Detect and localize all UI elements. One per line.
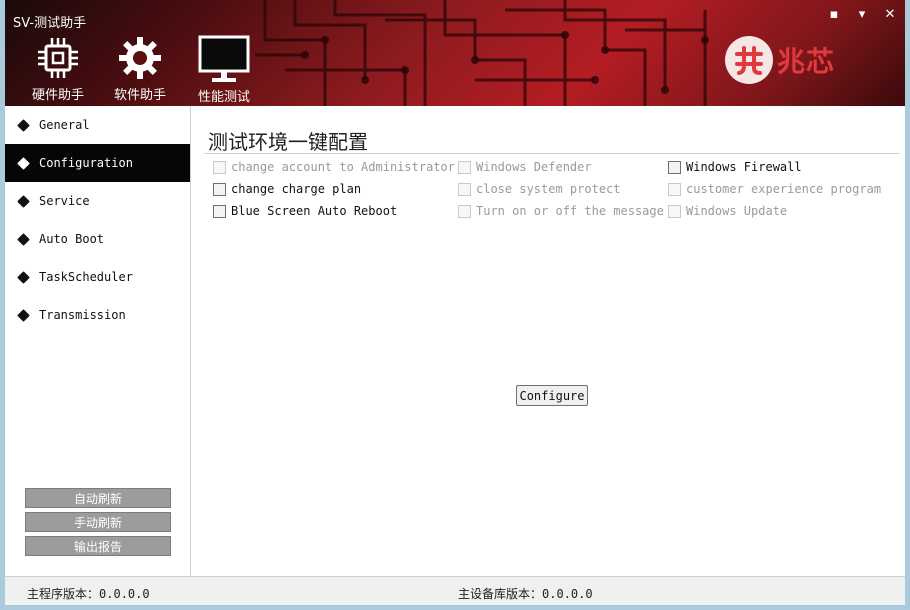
page-title: 测试环境一键配置 [208,130,368,154]
close-icon[interactable]: ✕ [883,8,897,22]
sidebar-item-auto-boot[interactable]: Auto Boot [5,220,190,258]
option-label: Blue Screen Auto Reboot [231,204,398,218]
option-label: change charge plan [231,182,362,196]
brand-logo: 兆芯 [725,36,835,84]
option-windows-defender[interactable]: Windows Defender [458,160,592,174]
sidebar-item-taskscheduler[interactable]: TaskScheduler [5,258,190,296]
tab-software-label: 软件助手 [113,88,166,103]
checkbox[interactable] [458,204,471,218]
option-label: change account to Administrator [231,160,455,174]
window-controls: ▪ ▾ ✕ [827,8,897,22]
option-label: Windows Firewall [686,160,802,174]
brand-mark-icon [725,36,773,84]
sidebar-item-label: Service [39,194,90,208]
bullet-icon [17,118,30,132]
configure-button[interactable]: Configure [516,385,588,406]
minimize-icon[interactable]: ▾ [855,8,869,22]
sidebar: General Configuration Service Auto Boot … [5,106,191,576]
checkbox[interactable] [213,204,226,218]
sidebar-item-label: General [39,118,90,132]
main-version-value: 0.0.0.0 [99,587,150,601]
option-label: customer experience program [686,182,882,196]
tab-software-assistant[interactable]: 软件助手 [105,30,175,104]
sidebar-item-general[interactable]: General [5,106,190,144]
bullet-icon [17,308,30,322]
title-divider [204,153,900,154]
bullet-icon [17,194,30,208]
checkbox[interactable] [668,204,681,218]
main-version-info: 主程序版本：0.0.0.0 [27,585,150,602]
option-blue-screen-auto-reboot[interactable]: Blue Screen Auto Reboot [213,204,397,218]
manual-refresh-button[interactable]: 手动刷新 [25,512,171,532]
app-window: SV-测试助手 ▪ ▾ ✕ 硬件助手 软件助手 性能测试 兆芯 General … [0,0,910,610]
header-banner: SV-测试助手 ▪ ▾ ✕ 硬件助手 软件助手 性能测试 兆芯 [5,0,905,106]
sidebar-item-label: Transmission [39,308,126,322]
db-version-value: 0.0.0.0 [542,587,593,601]
checkbox[interactable] [668,160,681,174]
option-customer-experience[interactable]: customer experience program [668,182,881,196]
tab-hardware-assistant[interactable]: 硬件助手 [23,30,93,104]
option-label: Windows Defender [476,160,592,174]
tab-hardware-label: 硬件助手 [31,88,84,103]
checkbox[interactable] [458,160,471,174]
brand-name: 兆芯 [777,45,836,78]
checkbox[interactable] [213,182,226,196]
status-bar: 主程序版本：0.0.0.0 主设备库版本：0.0.0.0 [5,576,905,605]
sidebar-item-transmission[interactable]: Transmission [5,296,190,334]
gear-icon [119,37,161,79]
option-label: Windows Update [686,204,788,218]
auto-refresh-button[interactable]: 自动刷新 [25,488,171,508]
export-report-button[interactable]: 输出报告 [25,536,171,556]
sidebar-item-configuration[interactable]: Configuration [5,144,190,182]
db-version-label: 主设备库版本： [458,587,543,601]
option-change-charge-plan[interactable]: change charge plan [213,182,361,196]
tab-performance-label: 性能测试 [197,90,250,105]
sidebar-item-label: Auto Boot [39,232,105,246]
checkbox[interactable] [458,182,471,196]
bullet-icon [17,156,30,170]
sidebar-item-label: Configuration [39,156,133,170]
sidebar-item-label: TaskScheduler [39,270,133,284]
option-windows-update[interactable]: Windows Update [668,204,787,218]
bullet-icon [17,270,30,284]
option-change-account[interactable]: change account to Administrator [213,160,455,174]
main-version-label: 主程序版本： [27,587,100,601]
cpu-chip-icon [38,38,78,78]
app-title: SV-测试助手 [13,16,87,31]
option-label: close system protect [476,182,621,196]
checkbox[interactable] [213,160,226,174]
option-close-system-protect[interactable]: close system protect [458,182,621,196]
monitor-icon [198,35,250,82]
checkbox[interactable] [668,182,681,196]
option-windows-firewall[interactable]: Windows Firewall [668,160,802,174]
bullet-icon [17,232,30,246]
menu-icon[interactable]: ▪ [827,8,841,22]
db-version-info: 主设备库版本：0.0.0.0 [458,585,593,602]
option-label: Turn on or off the message [476,204,664,218]
sidebar-actions: 自动刷新 手动刷新 输出报告 [25,488,171,560]
option-toggle-message[interactable]: Turn on or off the message [458,204,664,218]
sidebar-item-service[interactable]: Service [5,182,190,220]
main-panel: 测试环境一键配置 change account to Administrator… [192,106,905,576]
tab-performance-test[interactable]: 性能测试 [189,30,259,105]
